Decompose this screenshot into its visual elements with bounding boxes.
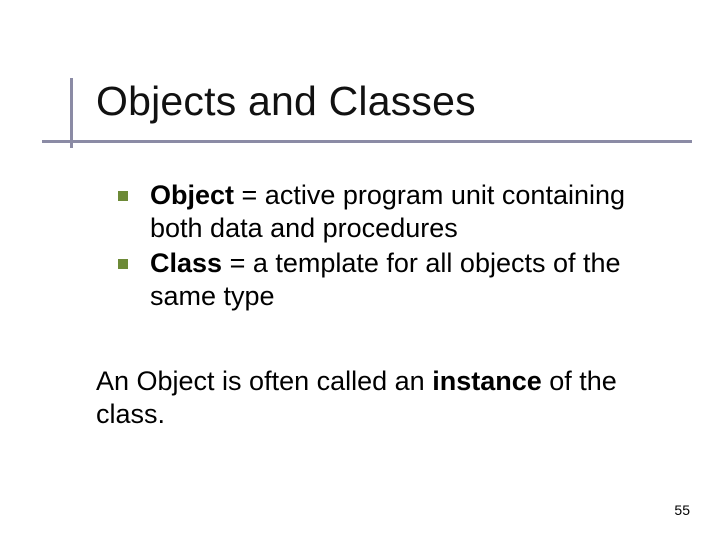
bullet-square-icon [118, 191, 128, 201]
title-rule [42, 140, 692, 143]
bullet-item: Object = active program unit containing … [116, 179, 684, 245]
bullet-term: Object [150, 180, 234, 210]
bullet-list: Object = active program unit containing … [116, 179, 684, 313]
bullet-item: Class = a template for all objects of th… [116, 247, 684, 313]
slide-title: Objects and Classes [96, 78, 720, 125]
bullet-square-icon [118, 259, 128, 269]
paragraph-bold: instance [432, 366, 542, 396]
paragraph: An Object is often called an instance of… [96, 365, 684, 431]
slide: Objects and Classes Object = active prog… [0, 0, 720, 540]
slide-body: Object = active program unit containing … [0, 143, 720, 431]
bullet-term: Class [150, 248, 222, 278]
page-number: 55 [674, 502, 690, 518]
title-wrap: Objects and Classes [0, 0, 720, 143]
paragraph-pre: An Object is often called an [96, 366, 432, 396]
